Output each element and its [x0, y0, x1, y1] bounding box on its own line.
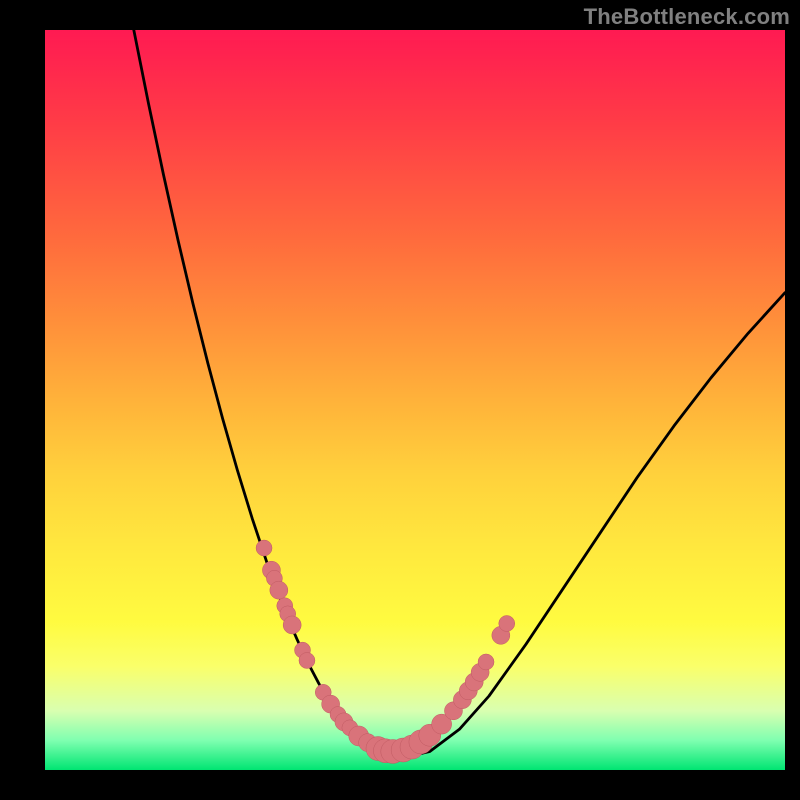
- highlight-dot: [270, 581, 288, 599]
- highlight-dot: [499, 615, 515, 631]
- watermark-text: TheBottleneck.com: [584, 4, 790, 30]
- highlight-dot: [478, 654, 494, 670]
- plot-area: [45, 30, 785, 770]
- bottleneck-curve: [134, 30, 785, 758]
- highlight-dot: [283, 616, 301, 634]
- chart-frame: TheBottleneck.com: [0, 0, 800, 800]
- highlight-dot: [299, 652, 315, 668]
- highlight-dot: [256, 540, 272, 556]
- chart-svg: [45, 30, 785, 770]
